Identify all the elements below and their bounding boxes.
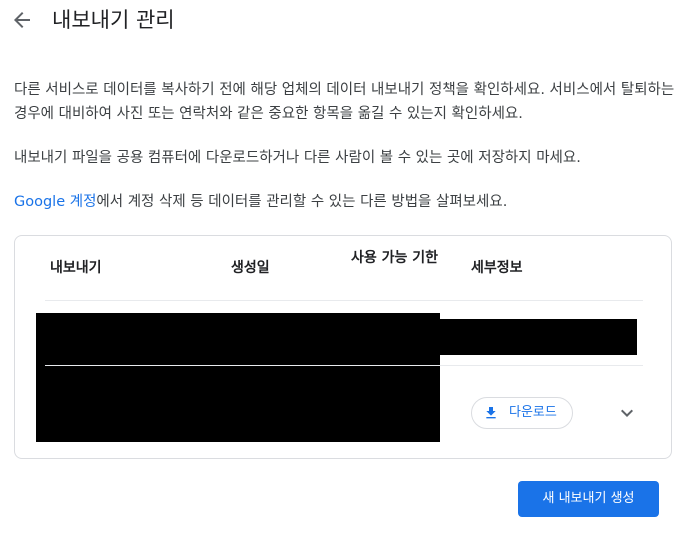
row-divider xyxy=(45,365,643,366)
intro-paragraph-warning: 내보내기 파일을 공용 컴퓨터에 다운로드하거나 다른 사람이 볼 수 있는 곳… xyxy=(14,150,581,166)
page-title: 내보내기 관리 xyxy=(52,8,175,32)
intro-paragraph-account-text: 에서 계정 삭제 등 데이터를 관리할 수 있는 다른 방법을 살펴보세요. xyxy=(96,194,508,210)
download-icon xyxy=(486,407,496,419)
header: 내보내기 관리 xyxy=(0,0,690,44)
intro-paragraph-policy: 다른 서비스로 데이터를 복사하기 전에 해당 업체의 데이터 내보내기 정책을… xyxy=(14,82,675,122)
column-header-export: 내보내기 xyxy=(50,260,102,276)
google-account-link[interactable]: Google 계정 xyxy=(14,194,96,210)
redacted-details xyxy=(440,319,637,355)
header-divider xyxy=(45,300,643,301)
create-new-export-button[interactable]: 새 내보내기 생성 xyxy=(518,481,659,517)
download-button[interactable]: 다운로드 xyxy=(471,397,573,429)
exports-table-card: 내보내기 생성일 사용 가능 기한 세부정보 다운로드 xyxy=(14,235,672,459)
column-header-created: 생성일 xyxy=(231,260,270,276)
expand-row-button[interactable] xyxy=(615,401,639,425)
intro-paragraph-account: Google 계정에서 계정 삭제 등 데이터를 관리할 수 있는 다른 방법을… xyxy=(14,190,682,214)
download-label: 다운로드 xyxy=(509,405,557,420)
column-header-details: 세부정보 xyxy=(471,260,523,276)
back-button[interactable] xyxy=(10,8,34,32)
redacted-export-info xyxy=(36,313,440,442)
column-header-available-until: 사용 가능 기한 xyxy=(351,250,439,266)
chevron-down-icon xyxy=(621,409,633,417)
arrow-back-icon xyxy=(14,12,30,28)
